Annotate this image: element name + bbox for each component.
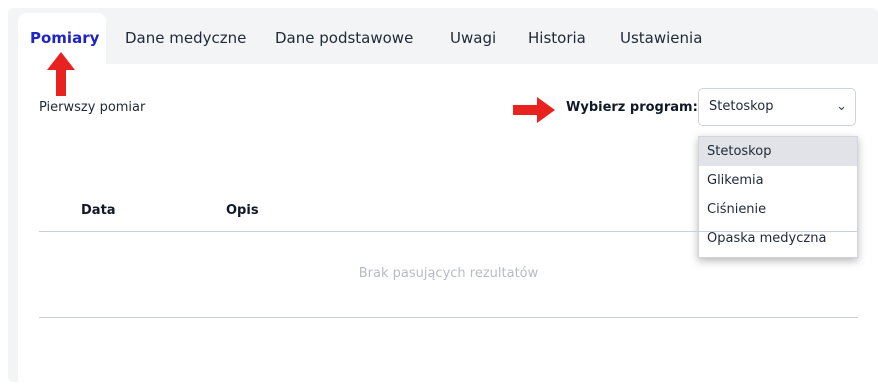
program-select-label: Wybierz program: <box>566 100 698 115</box>
red-up-arrow-annotation <box>47 52 75 96</box>
option-opaska-medyczna[interactable]: Opaska medyczna <box>699 224 857 253</box>
tab-bar: Pomiary Dane medyczne Dane podstawowe Uw… <box>8 8 878 64</box>
tab-uwagi[interactable]: Uwagi <box>450 13 496 64</box>
chevron-down-icon: ⌄ <box>836 99 847 114</box>
column-header-opis[interactable]: Opis <box>226 203 259 218</box>
tab-dane-medyczne[interactable]: Dane medyczne <box>125 13 246 64</box>
tab-dane-podstawowe[interactable]: Dane podstawowe <box>275 13 413 64</box>
column-header-data[interactable]: Data <box>81 203 116 218</box>
empty-table-message: Brak pasujących rezultatów <box>358 266 539 281</box>
tab-historia[interactable]: Historia <box>528 13 586 64</box>
tab-ustawienia[interactable]: Ustawienia <box>620 13 702 64</box>
program-select-value: Stetoskop <box>709 99 774 114</box>
program-dropdown-list: Stetoskop Glikemia Ciśnienie Opaska medy… <box>698 136 858 258</box>
program-select[interactable]: Stetoskop ⌄ <box>698 88 856 126</box>
table-header-divider <box>39 231 858 232</box>
first-measurement-label: Pierwszy pomiar <box>39 100 146 115</box>
option-glikemia[interactable]: Glikemia <box>699 166 857 195</box>
option-stetoskop[interactable]: Stetoskop <box>699 137 857 166</box>
red-right-arrow-annotation <box>513 97 555 123</box>
table-bottom-divider <box>39 317 858 318</box>
option-cisnienie[interactable]: Ciśnienie <box>699 195 857 224</box>
